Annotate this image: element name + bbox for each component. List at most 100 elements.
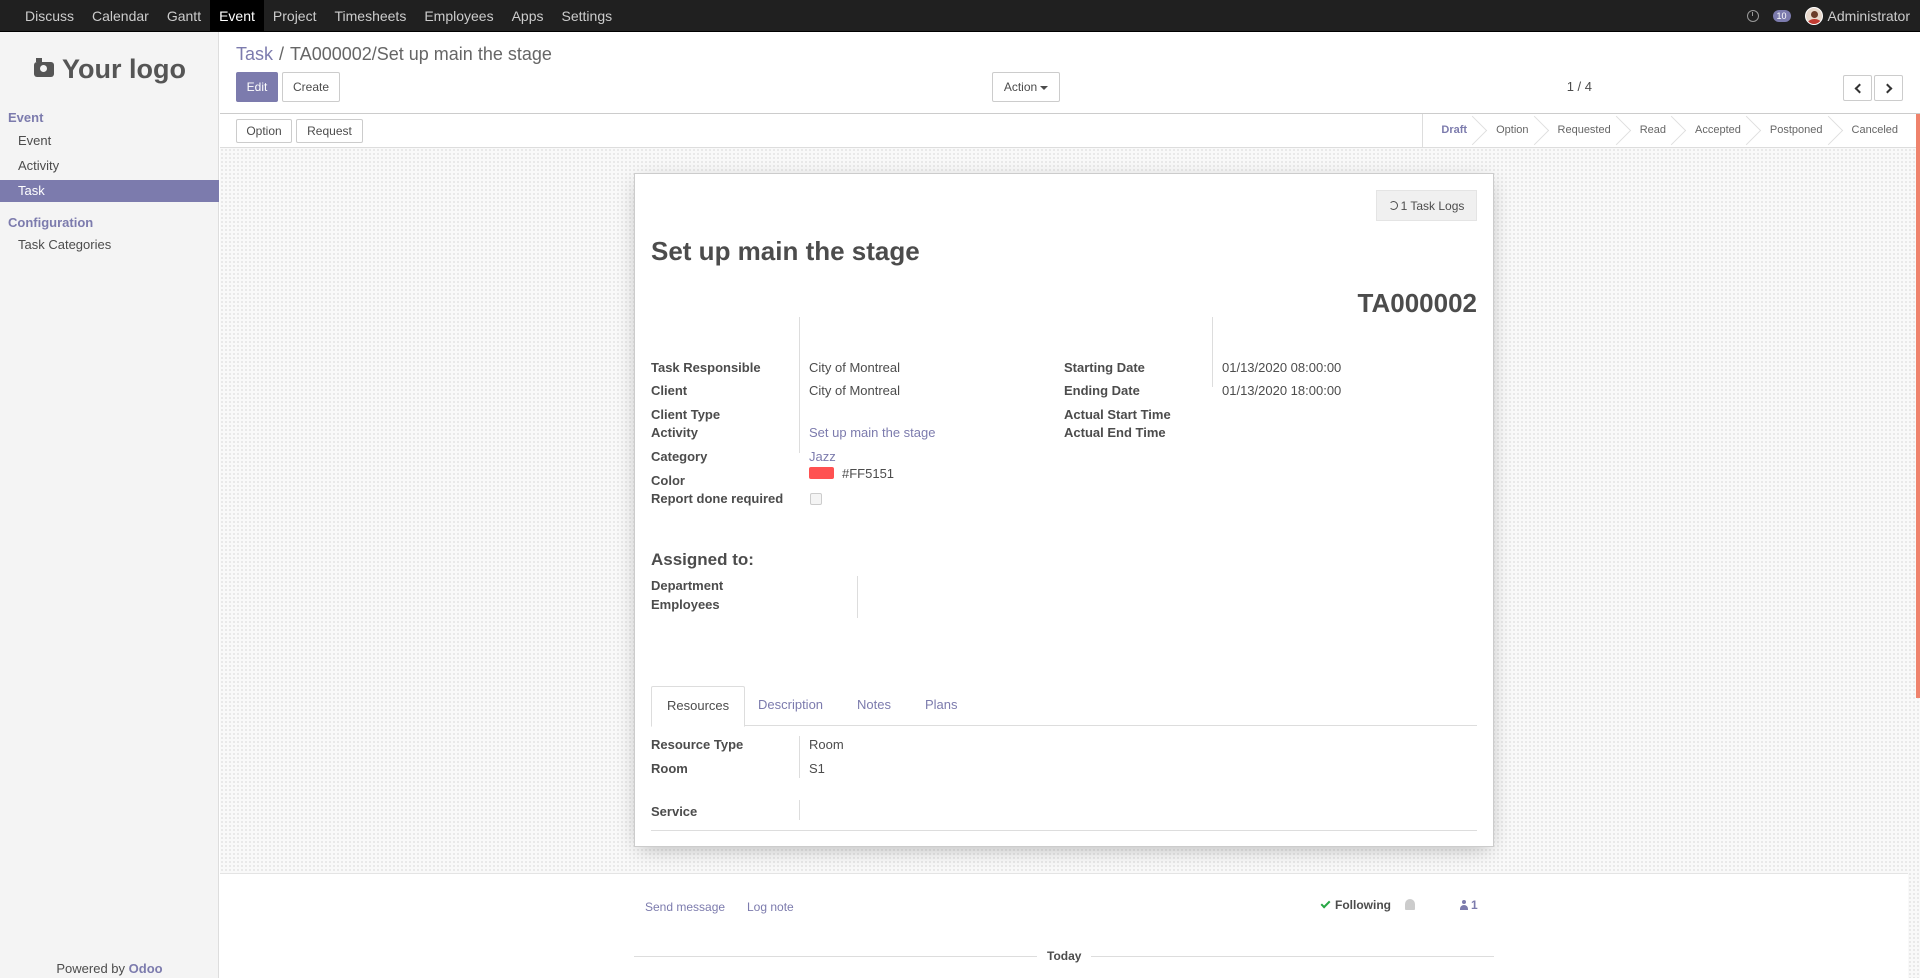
menu-event[interactable]: Event [210, 0, 264, 32]
pager-previous-button[interactable] [1843, 75, 1872, 101]
tab-plans[interactable]: Plans [910, 686, 973, 726]
stage-requested[interactable]: Requested [1540, 114, 1622, 147]
client-type-label: Client Type [651, 407, 721, 422]
report-done-label: Report done required [651, 491, 784, 506]
menu-calendar[interactable]: Calendar [83, 0, 158, 32]
caret-down-icon [1040, 85, 1049, 90]
top-menu-bar: Discuss Calendar Gantt Event Project Tim… [0, 0, 1920, 32]
edit-button[interactable]: Edit [236, 72, 278, 102]
option-button[interactable]: Option [236, 119, 292, 143]
sidebar-section-configuration: Configuration [8, 215, 94, 230]
powered-by: Powered by Odoo [0, 961, 219, 978]
app-menu: Discuss Calendar Gantt Event Project Tim… [16, 0, 621, 32]
menu-discuss[interactable]: Discuss [16, 0, 83, 32]
menu-project[interactable]: Project [264, 0, 326, 32]
chevron-left-icon [1854, 83, 1864, 93]
menu-apps[interactable]: Apps [503, 0, 553, 32]
task-responsible-value: City of Montreal [809, 360, 901, 375]
pager-next-button[interactable] [1874, 75, 1903, 101]
sidebar-section-event: Event [8, 110, 44, 125]
sidebar-item-task[interactable]: Task [0, 180, 219, 202]
task-logs-button[interactable]: 1 Task Logs [1376, 190, 1477, 221]
following-label: Following [1335, 898, 1391, 912]
menu-timesheets[interactable]: Timesheets [325, 0, 415, 32]
stage-postponed[interactable]: Postponed [1752, 114, 1834, 147]
breadcrumb-task-link[interactable]: Task [236, 44, 273, 65]
sidebar-item-event[interactable]: Event [0, 130, 219, 152]
service-label: Service [651, 804, 698, 819]
user-name: Administrator [1827, 8, 1910, 24]
task-code: TA000002 [1357, 288, 1478, 318]
following-button[interactable]: Following [1320, 898, 1391, 912]
room-label: Room [651, 761, 688, 776]
activity-clock-icon[interactable] [1746, 10, 1759, 22]
check-icon [1320, 898, 1331, 909]
powered-by-text: Powered by [56, 961, 126, 976]
person-icon [1460, 900, 1468, 910]
company-logo: Your logo [34, 54, 186, 85]
assigned-to-heading: Assigned to: [651, 550, 754, 569]
messages-count-badge: 10 [1772, 10, 1791, 22]
report-done-checkbox[interactable] [810, 493, 822, 505]
action-dropdown[interactable]: Action [992, 72, 1060, 102]
tab-resources[interactable]: Resources [651, 686, 746, 727]
sidebar: Your logo Event Event Activity Task Conf… [0, 32, 219, 978]
ending-date-value: 01/13/2020 18:00:00 [1222, 383, 1342, 398]
color-label: Color [651, 473, 685, 488]
followers-count: 1 [1471, 898, 1478, 912]
color-value: #FF5151 [842, 466, 895, 481]
stage-draft[interactable]: Draft [1422, 114, 1478, 147]
create-button[interactable]: Create [282, 72, 340, 102]
scrollbar[interactable] [1916, 114, 1920, 698]
sidebar-item-task-categories[interactable]: Task Categories [0, 234, 219, 256]
actual-end-label: Actual End Time [1064, 425, 1166, 440]
menu-settings[interactable]: Settings [553, 0, 622, 32]
date-separator-today: Today [1037, 949, 1092, 963]
form-sheet: 1 Task Logs Set up main the stage TA0000… [634, 173, 1494, 847]
tab-description[interactable]: Description [743, 686, 838, 726]
bell-icon[interactable] [1405, 899, 1415, 910]
statusbar: Option Request Draft Option Requested Re… [220, 113, 1920, 148]
breadcrumb-current: TA000002/Set up main the stage [290, 44, 552, 64]
ending-date-label: Ending Date [1064, 383, 1140, 398]
starting-date-label: Starting Date [1064, 360, 1145, 375]
history-icon [1388, 201, 1398, 210]
stage-option[interactable]: Option [1478, 114, 1539, 147]
category-link[interactable]: Jazz [809, 449, 836, 464]
log-note-button[interactable]: Log note [747, 900, 794, 914]
camera-icon [34, 58, 54, 77]
pager-value[interactable]: 1 / 4 [1567, 79, 1592, 94]
request-button[interactable]: Request [296, 119, 363, 143]
field-divider [799, 736, 800, 778]
task-responsible-label: Task Responsible [651, 360, 761, 375]
followers-button[interactable]: 1 [1460, 898, 1478, 912]
send-message-button[interactable]: Send message [645, 900, 725, 914]
breadcrumb-separator: / [279, 44, 285, 64]
breadcrumb: Task / TA000002/Set up main the stage [236, 44, 552, 65]
field-divider [799, 317, 800, 453]
user-menu[interactable]: Administrator [1804, 7, 1910, 25]
employees-label: Employees [651, 597, 720, 612]
menu-employees[interactable]: Employees [415, 0, 502, 32]
logo-text: Your logo [62, 54, 186, 84]
field-divider [857, 576, 858, 618]
resource-type-label: Resource Type [651, 737, 744, 752]
category-label: Category [651, 449, 708, 464]
color-swatch [809, 467, 834, 479]
activity-link[interactable]: Set up main the stage [809, 425, 935, 440]
sidebar-item-activity[interactable]: Activity [0, 155, 219, 177]
tab-notes[interactable]: Notes [842, 686, 906, 726]
resource-type-value: Room [809, 737, 844, 752]
stage-accepted[interactable]: Accepted [1677, 114, 1752, 147]
notebook-tabs: Resources Description Notes Plans [651, 686, 1477, 727]
department-label: Department [651, 578, 724, 593]
messages-icon[interactable]: 10 [1772, 10, 1791, 22]
stage-canceled[interactable]: Canceled [1834, 114, 1909, 147]
avatar [1804, 7, 1823, 25]
menu-gantt[interactable]: Gantt [158, 0, 210, 32]
stage-pipeline: Draft Option Requested Read Accepted Pos… [1422, 114, 1909, 147]
odoo-link[interactable]: Odoo [129, 961, 163, 976]
stage-read[interactable]: Read [1622, 114, 1677, 147]
client-value: City of Montreal [809, 383, 901, 398]
chatter: Send message Log note Following 1 Today [220, 873, 1908, 978]
